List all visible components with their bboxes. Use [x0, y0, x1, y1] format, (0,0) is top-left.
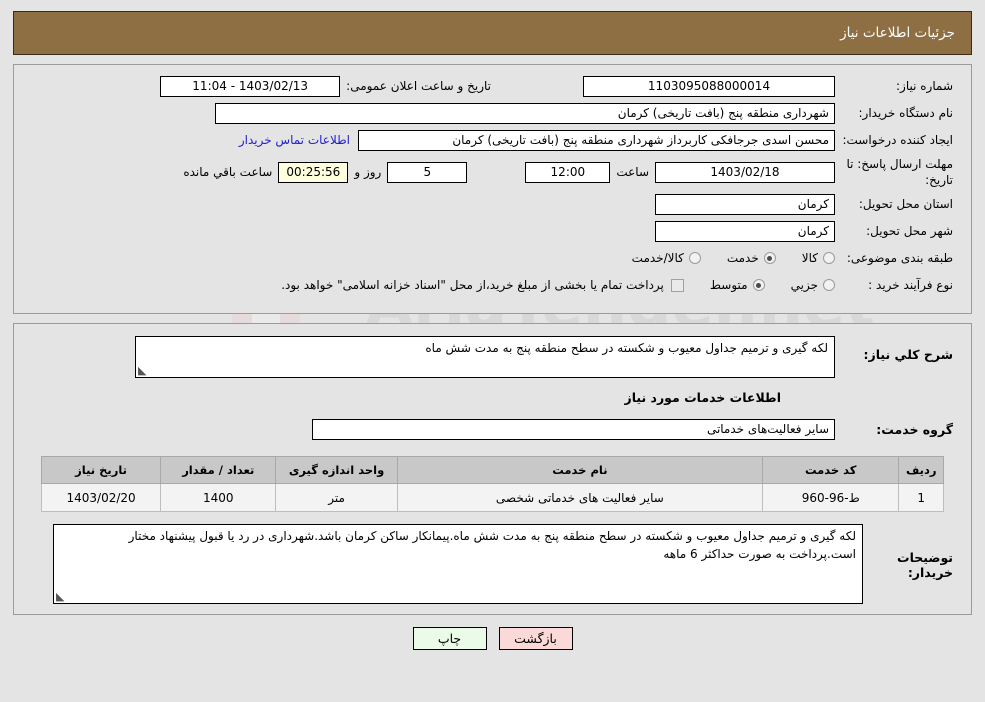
buyer-notes-value: لکه گیری و ترمیم جداول معیوب و شکسته در …	[128, 529, 856, 561]
buyer-org-value: شهرداری منطقه پنج (بافت تاریخی) کرمان	[215, 102, 835, 124]
radio-dot-icon	[823, 252, 835, 265]
cell-unit: متر	[275, 483, 398, 513]
cell-qty: 1400	[160, 483, 277, 513]
print-button[interactable]: چاپ	[412, 627, 487, 651]
remaining-days-label: روز و	[354, 165, 382, 180]
cell-date: 1403/02/20	[40, 483, 162, 513]
resize-grip-icon[interactable]: ◢	[56, 590, 66, 603]
deadline-hour-value: 12:00	[525, 161, 611, 183]
deadline-label: مهلت ارسال پاسخ: تا تاریخ:	[846, 157, 953, 188]
province-cell: کرمان	[655, 193, 835, 215]
row-service-group: گروه خدمت: سایر فعالیت‌های خدماتی	[32, 419, 953, 441]
buyer-org-cell: شهرداری منطقه پنج (بافت تاریخی) کرمان	[215, 102, 835, 124]
services-section-title: اطلاعات خدمات مورد نیاز	[624, 390, 782, 406]
need-details-panel: شرح کلي نیاز: لکه گیری و ترمیم جداول معی…	[13, 323, 972, 616]
row-delivery-city: شهر محل تحویل: کرمان	[32, 220, 953, 242]
buyer-notes-textarea[interactable]: لکه گیری و ترمیم جداول معیوب و شکسته در …	[53, 524, 863, 605]
service-group-value: سایر فعالیت‌های خدماتی	[312, 419, 835, 441]
th-qty: تعداد / مقدار	[160, 456, 277, 485]
th-radif: ردیف	[898, 456, 944, 485]
row-need-description: شرح کلي نیاز: لکه گیری و ترمیم جداول معی…	[32, 336, 953, 379]
footer-actions: بازگشت چاپ	[13, 627, 972, 651]
row-need-number: شماره نیاز: 1103095088000014 تاریخ و ساع…	[32, 75, 953, 97]
radio-dot-icon	[823, 279, 835, 292]
category-label: طبقه بندی موضوعی:	[846, 251, 953, 266]
row-subject-category: طبقه بندی موضوعی: کالا خدمت کالا/خدمت	[32, 247, 953, 269]
public-announce-value: 1403/02/13 - 11:04	[160, 75, 341, 97]
treasury-checkbox[interactable]	[670, 278, 684, 292]
need-desc-label: شرح کلي نیاز:	[863, 347, 953, 363]
page-title: جزئیات اطلاعات نیاز	[840, 25, 955, 41]
row-delivery-province: استان محل تحویل: کرمان	[32, 193, 953, 215]
category-radio-group: کالا خدمت کالا/خدمت	[606, 251, 835, 265]
th-unit: واحد اندازه گیری	[275, 456, 398, 485]
public-announce-cell: تاریخ و ساعت اعلان عمومی: 1403/02/13 - 1…	[160, 75, 497, 97]
city-value: کرمان	[655, 220, 835, 242]
province-value: کرمان	[655, 193, 835, 215]
th-code: کد خدمت	[761, 456, 900, 485]
items-table: ردیف کد خدمت نام خدمت واحد اندازه گیری ت…	[40, 456, 944, 513]
remaining-time-label: ساعت باقي مانده	[183, 165, 273, 180]
remaining-time-value: 00:25:56	[278, 161, 349, 183]
need-desc-textarea[interactable]: لکه گیری و ترمیم جداول معیوب و شکسته در …	[135, 336, 835, 379]
category-radio-kala-label: کالا	[801, 251, 818, 266]
deadline-cell: 1403/02/18 ساعت 12:00 5 روز و 00:25:56 س…	[177, 161, 835, 183]
treasury-note-text: پرداخت تمام یا بخشی از مبلغ خرید،از محل …	[281, 278, 664, 293]
page-header-bar: جزئیات اطلاعات نیاز	[13, 11, 972, 55]
creator-value: محسن اسدی جرجافکی کاربرداز شهرداری منطقه…	[358, 129, 835, 151]
process-radio-jozei-label: جزیي	[790, 278, 818, 293]
cell-name: سایر فعالیت های خدماتی شخصی	[396, 483, 763, 513]
creator-label: ایجاد کننده درخواست:	[842, 132, 953, 147]
buyer-contact-link[interactable]: اطلاعات تماس خریدار	[239, 133, 358, 147]
cell-radif: 1	[898, 483, 944, 513]
public-announce-label: تاریخ و ساعت اعلان عمومی:	[346, 79, 491, 93]
back-button[interactable]: بازگشت	[498, 627, 573, 651]
process-radio-jozei[interactable]: جزیي	[791, 278, 835, 292]
remaining-days-value: 5	[387, 161, 468, 183]
deadline-hour-label: ساعت	[616, 165, 649, 180]
need-number-label: شماره نیاز:	[896, 78, 953, 93]
radio-dot-icon	[752, 279, 765, 292]
buyer-org-label: نام دستگاه خریدار:	[858, 105, 954, 120]
buyer-notes-label: توضیحات خریدار:	[897, 550, 953, 581]
process-radio-motavaset-label: متوسط	[709, 278, 748, 293]
need-number-cell: 1103095088000014	[583, 75, 835, 97]
th-name: نام خدمت	[396, 456, 763, 485]
cell-code: ط-96-960	[761, 483, 900, 513]
need-number-value: 1103095088000014	[583, 75, 835, 97]
deadline-date-value: 1403/02/18	[655, 161, 835, 183]
category-radio-kala-khedmat-label: کالا/خدمت	[631, 251, 684, 266]
th-date: تاریخ نیاز	[40, 456, 162, 485]
category-radio-kala[interactable]: کالا	[802, 251, 835, 265]
service-group-label: گروه خدمت:	[876, 422, 953, 438]
creator-cell: محسن اسدی جرجافکی کاربرداز شهرداری منطقه…	[239, 129, 835, 151]
row-request-creator: ایجاد کننده درخواست: محسن اسدی جرجافکی ک…	[32, 129, 953, 151]
process-radio-motavaset[interactable]: متوسط	[710, 278, 765, 292]
province-label: استان محل تحویل:	[858, 197, 953, 212]
resize-grip-icon[interactable]: ◢	[138, 364, 148, 377]
table-header-row: ردیف کد خدمت نام خدمت واحد اندازه گیری ت…	[40, 456, 944, 485]
row-purchase-process: نوع فرآیند خرید : جزیي متوسط پرداخت تمام…	[32, 274, 953, 296]
row-buyer-org: نام دستگاه خریدار: شهرداری منطقه پنج (با…	[32, 102, 953, 124]
row-buyer-notes: توضیحات خریدار: لکه گیری و ترمیم جداول م…	[32, 524, 953, 605]
process-radio-group: جزیي متوسط پرداخت تمام یا بخشی از مبلغ خ…	[281, 278, 835, 292]
category-radio-kala-khedmat[interactable]: کالا/خدمت	[632, 251, 701, 265]
need-desc-value: لکه گیری و ترمیم جداول معیوب و شکسته در …	[425, 341, 828, 356]
category-radio-khedmat[interactable]: خدمت	[727, 251, 776, 265]
city-label: شهر محل تحویل:	[866, 224, 953, 239]
city-cell: کرمان	[655, 220, 835, 242]
process-label: نوع فرآیند خرید :	[868, 278, 953, 293]
items-table-wrapper: ردیف کد خدمت نام خدمت واحد اندازه گیری ت…	[32, 456, 953, 513]
category-radio-khedmat-label: خدمت	[726, 251, 759, 266]
radio-dot-icon	[763, 252, 776, 265]
need-summary-panel: شماره نیاز: 1103095088000014 تاریخ و ساع…	[13, 64, 972, 315]
radio-dot-icon	[688, 252, 701, 265]
treasury-note-item: پرداخت تمام یا بخشی از مبلغ خرید،از محل …	[281, 278, 684, 292]
row-response-deadline: مهلت ارسال پاسخ: تا تاریخ: 1403/02/18 سا…	[32, 156, 953, 188]
table-row: 1 ط-96-960 سایر فعالیت های خدماتی شخصی م…	[40, 483, 944, 513]
